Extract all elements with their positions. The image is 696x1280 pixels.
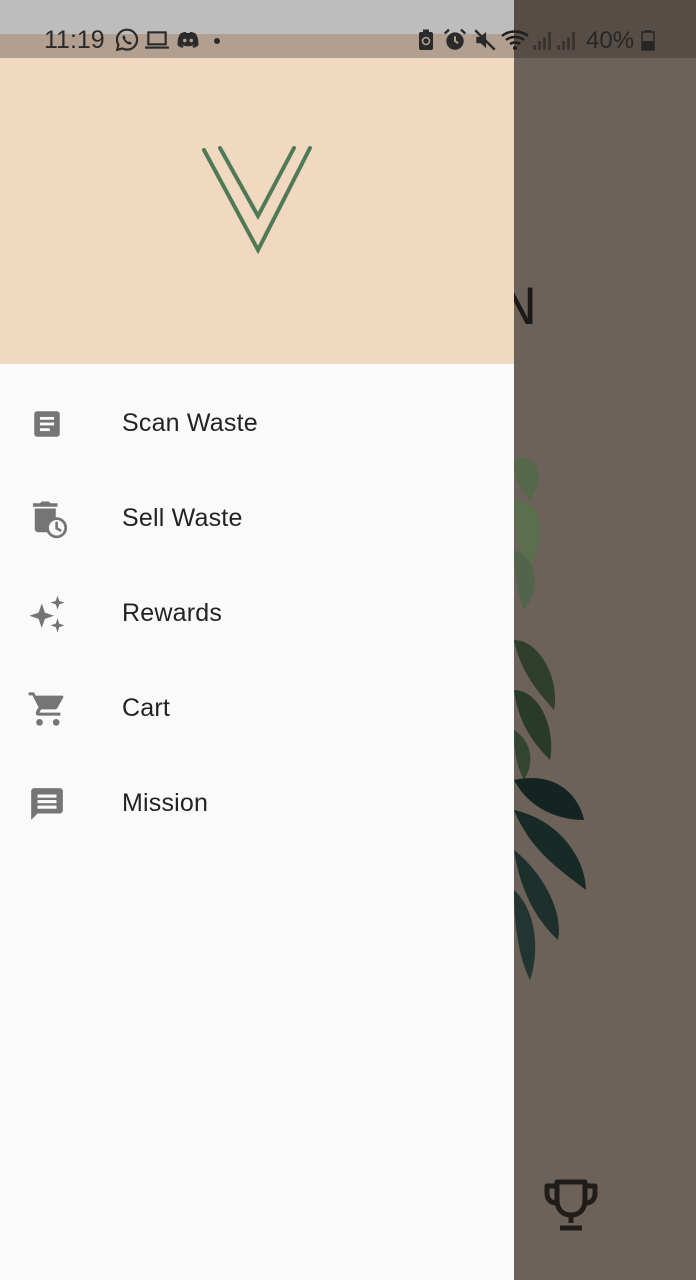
menu-item-scan-waste[interactable]: Scan Waste bbox=[0, 376, 514, 471]
article-icon bbox=[26, 403, 68, 445]
menu-item-label: Cart bbox=[122, 694, 171, 722]
status-time: 11:19 bbox=[44, 26, 105, 54]
menu-item-cart[interactable]: Cart bbox=[0, 661, 514, 756]
battery-percent: 40% bbox=[586, 27, 635, 54]
menu-item-label: Mission bbox=[122, 789, 209, 817]
mute-icon bbox=[474, 29, 496, 51]
dot-icon bbox=[214, 38, 220, 44]
menu-item-label: Scan Waste bbox=[122, 409, 258, 437]
app-logo bbox=[202, 146, 312, 254]
signal-icon bbox=[557, 32, 575, 50]
drawer-menu: Scan Waste Sell Waste Rewards Cart Missi… bbox=[0, 376, 514, 851]
wifi-icon bbox=[501, 30, 529, 50]
screen: N Scan Waste Sell Waste Rewards Cart Mis… bbox=[0, 0, 696, 1280]
delete-clock-icon bbox=[26, 498, 68, 540]
message-icon bbox=[26, 783, 68, 825]
menu-item-label: Sell Waste bbox=[122, 504, 243, 532]
navigation-drawer: Scan Waste Sell Waste Rewards Cart Missi… bbox=[0, 0, 514, 1280]
signal-icon bbox=[533, 32, 551, 50]
battery-icon bbox=[641, 30, 655, 51]
cart-icon bbox=[26, 688, 68, 730]
discord-icon bbox=[177, 31, 199, 48]
trophy-icon[interactable] bbox=[540, 1176, 602, 1234]
whatsapp-icon bbox=[115, 28, 139, 52]
menu-item-rewards[interactable]: Rewards bbox=[0, 566, 514, 661]
alarm-icon bbox=[443, 28, 467, 50]
sparkles-icon bbox=[26, 593, 68, 635]
battery-saver-icon bbox=[419, 29, 433, 50]
menu-item-label: Rewards bbox=[122, 599, 223, 627]
menu-item-mission[interactable]: Mission bbox=[0, 756, 514, 851]
plant-image bbox=[514, 458, 586, 980]
laptop-icon bbox=[145, 31, 169, 49]
menu-item-sell-waste[interactable]: Sell Waste bbox=[0, 471, 514, 566]
